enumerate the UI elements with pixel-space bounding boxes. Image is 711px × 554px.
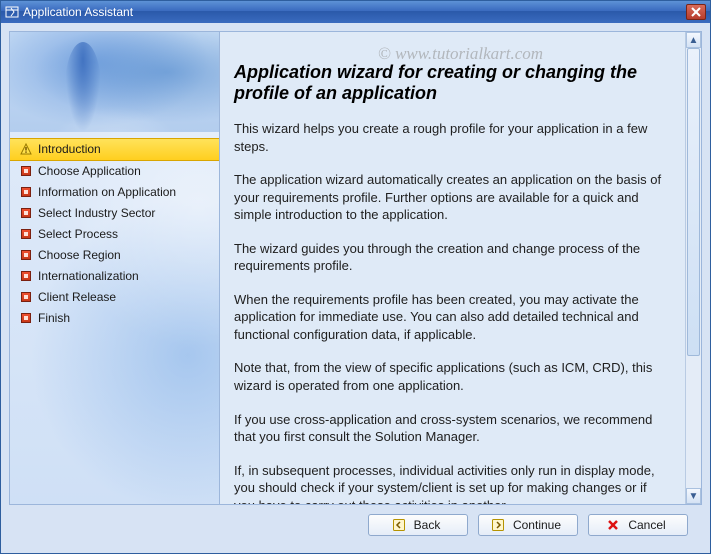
body-paragraph: Note that, from the view of specific app… [234, 359, 669, 394]
wizard-step-label: Choose Region [38, 248, 121, 263]
step-icon [20, 249, 32, 261]
button-bar: Back Continue Cancel [9, 505, 702, 545]
panel: Introduction Choose Application Informatio… [9, 31, 702, 505]
titlebar: Application Assistant [1, 1, 710, 23]
body-paragraph: If you use cross-application and cross-s… [234, 411, 669, 446]
wizard-step-label: Choose Application [38, 164, 141, 179]
content-wrap: Introduction Choose Application Informatio… [1, 23, 710, 553]
vertical-scrollbar[interactable]: ▲ ▼ [685, 32, 701, 504]
wizard-step[interactable]: Internationalization [10, 266, 219, 287]
close-button[interactable] [686, 4, 706, 20]
step-icon [20, 312, 32, 324]
scroll-track[interactable] [686, 48, 701, 488]
step-icon [20, 291, 32, 303]
wizard-step[interactable]: Finish [10, 308, 219, 329]
warning-icon [20, 143, 32, 155]
wizard-step[interactable]: Information on Application [10, 182, 219, 203]
wizard-step-label: Information on Application [38, 185, 176, 200]
body-paragraph: The application wizard automatically cre… [234, 171, 669, 224]
wizard-step[interactable]: Select Industry Sector [10, 203, 219, 224]
continue-icon [491, 518, 505, 532]
back-icon [392, 518, 406, 532]
step-icon [20, 186, 32, 198]
wizard-step[interactable]: Choose Region [10, 245, 219, 266]
back-label: Back [414, 518, 441, 532]
step-icon [20, 165, 32, 177]
main-scroll[interactable]: Application wizard for creating or chang… [220, 32, 685, 504]
body-paragraph: When the requirements profile has been c… [234, 291, 669, 344]
window-icon [5, 5, 19, 19]
body-text: This wizard helps you create a rough pro… [234, 120, 669, 504]
window-title: Application Assistant [23, 5, 686, 19]
step-icon [20, 270, 32, 282]
wizard-step-label: Finish [38, 311, 70, 326]
cancel-button[interactable]: Cancel [588, 514, 688, 536]
body-paragraph: This wizard helps you create a rough pro… [234, 120, 669, 155]
cancel-label: Cancel [628, 518, 665, 532]
wizard-step-label: Internationalization [38, 269, 139, 284]
continue-button[interactable]: Continue [478, 514, 578, 536]
main-area: © www.tutorialkart.com Application wizar… [220, 32, 701, 504]
scroll-down-arrow-icon[interactable]: ▼ [686, 488, 701, 504]
wizard-step[interactable]: Choose Application [10, 161, 219, 182]
wizard-step[interactable]: Select Process [10, 224, 219, 245]
wizard-step-label: Select Industry Sector [38, 206, 155, 221]
body-paragraph: The wizard guides you through the creati… [234, 240, 669, 275]
wizard-step-label: Introduction [38, 142, 101, 157]
wizard-step[interactable]: Client Release [10, 287, 219, 308]
wizard-step[interactable]: Introduction [10, 138, 219, 161]
continue-label: Continue [513, 518, 561, 532]
wizard-step-label: Select Process [38, 227, 118, 242]
step-icon [20, 228, 32, 240]
back-button[interactable]: Back [368, 514, 468, 536]
wizard-step-list: Introduction Choose Application Informatio… [10, 132, 219, 504]
scroll-thumb[interactable] [687, 48, 700, 356]
sidebar-decorative-image [10, 32, 219, 132]
scroll-up-arrow-icon[interactable]: ▲ [686, 32, 701, 48]
window: Application Assistant Introduction Choose… [0, 0, 711, 554]
sidebar: Introduction Choose Application Informatio… [10, 32, 220, 504]
body-paragraph: If, in subsequent processes, individual … [234, 462, 669, 504]
cancel-icon [606, 518, 620, 532]
page-heading: Application wizard for creating or chang… [234, 62, 669, 104]
step-icon [20, 207, 32, 219]
wizard-step-label: Client Release [38, 290, 116, 305]
